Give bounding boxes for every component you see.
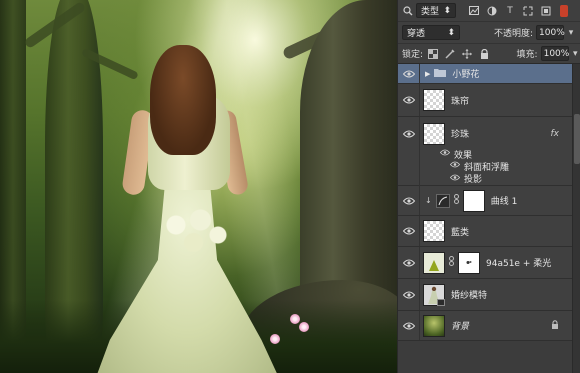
filter-shape-icon[interactable] [522, 5, 534, 17]
blend-opacity-bar: 穿透 ⬍ 不透明度: 100% ▾ [398, 22, 580, 44]
layer-thumbnail [423, 314, 445, 337]
fill-value: 100% [543, 48, 570, 59]
effect-eye-icon[interactable] [449, 161, 461, 171]
smart-object-badge-icon [437, 298, 445, 306]
scrollbar-thumb[interactable] [574, 114, 580, 164]
visibility-eye-icon[interactable] [398, 311, 420, 340]
layer-name: 曲线 1 [490, 197, 518, 207]
pink-flower [270, 334, 280, 344]
layer-mask-thumbnail[interactable] [458, 251, 480, 274]
lock-transparent-icon[interactable] [427, 48, 438, 60]
opacity-field[interactable]: 100% [536, 25, 565, 40]
dropdown-arrow-icon: ⬍ [443, 5, 451, 16]
effect-eye-icon[interactable] [449, 174, 461, 184]
layer-thumbnail [423, 89, 445, 111]
layers-list: ▶ 小野花 珠帘 珍珠 fx 效果 斜面和浮雕 投影 ↓ 曲线 1 藍类 94a… [398, 64, 580, 373]
layers-scrollbar[interactable] [572, 64, 580, 373]
fill-slider-arrow-icon[interactable]: ▾ [570, 48, 580, 60]
effects-spacer [398, 160, 420, 172]
layer-name: 婚纱模特 [451, 291, 488, 301]
layer-thumbnail [423, 251, 445, 274]
layer-row-bead-curtain[interactable]: 珠帘 [398, 84, 573, 117]
layer-thumbnail [423, 220, 445, 242]
opacity-label: 不透明度: [494, 29, 534, 39]
curves-icon[interactable] [435, 193, 450, 208]
layer-filter-bar: 类型 ⬍ T [398, 0, 580, 22]
pink-flower [290, 314, 300, 324]
visibility-eye-icon[interactable] [398, 84, 420, 116]
opacity-value: 100% [539, 27, 565, 38]
lock-all-icon[interactable] [479, 48, 490, 60]
layer-effects-row[interactable]: 效果 [398, 148, 573, 161]
visibility-eye-icon[interactable] [398, 279, 420, 310]
pink-flower [299, 322, 309, 332]
fill-field[interactable]: 100% [540, 46, 570, 61]
dress-roses [162, 205, 232, 255]
visibility-eye-icon[interactable] [398, 117, 420, 150]
filter-adjustment-icon[interactable] [486, 5, 498, 17]
lock-label: 锁定: [402, 50, 424, 60]
document-canvas[interactable] [0, 0, 397, 373]
layer-row-background[interactable]: 背景 [398, 311, 573, 341]
layer-row-group-wildflower[interactable]: ▶ 小野花 [398, 64, 573, 84]
layers-empty-area[interactable] [398, 341, 573, 373]
effects-eye-icon[interactable] [439, 149, 451, 159]
clipping-arrow-icon: ↓ [425, 196, 432, 205]
opacity-slider-arrow-icon[interactable]: ▾ [565, 27, 577, 39]
dropdown-arrow-icon: ⬍ [447, 27, 455, 38]
layer-name: 藍类 [451, 227, 470, 238]
lock-icon[interactable] [551, 319, 559, 332]
visibility-eye-icon[interactable] [398, 64, 420, 83]
folder-icon [434, 68, 447, 80]
search-icon [402, 5, 414, 17]
visibility-eye-icon[interactable] [398, 247, 420, 278]
layer-name: 珠帘 [451, 96, 470, 107]
effect-name: 斜面和浮雕 [464, 162, 510, 173]
layer-row-blue[interactable]: 藍类 [398, 216, 573, 247]
fill-label: 填充: [516, 50, 538, 60]
layer-row-pearl[interactable]: 珍珠 fx [398, 117, 573, 150]
effects-spacer [398, 171, 420, 186]
layer-name: 小野花 [452, 70, 480, 80]
filter-toggle-icon[interactable] [560, 4, 568, 17]
layers-panel: 类型 ⬍ T 穿透 ⬍ 不透明度: 100% ▾ 锁定: 填充: 100% ▾ … [397, 0, 580, 373]
filter-kind-value: 类型 [421, 7, 440, 17]
blend-mode-dropdown[interactable]: 穿透 ⬍ [402, 25, 460, 40]
fx-icon[interactable]: fx [551, 129, 560, 139]
filter-kind-dropdown[interactable]: 类型 ⬍ [416, 3, 456, 18]
model-hair [150, 45, 216, 155]
layer-name: 背景 [451, 322, 470, 332]
layer-row-bridal-model[interactable]: 婚纱模特 [398, 279, 573, 311]
effects-spacer [398, 148, 420, 160]
blend-mode-value: 穿透 [407, 29, 426, 39]
filter-smart-object-icon[interactable] [540, 5, 552, 17]
layer-mask-thumbnail[interactable] [462, 189, 485, 212]
lock-fill-bar: 锁定: 填充: 100% ▾ [398, 44, 580, 64]
effect-bevel-emboss[interactable]: 斜面和浮雕 [398, 160, 573, 173]
effect-name: 投影 [464, 175, 483, 185]
visibility-eye-icon[interactable] [398, 216, 420, 246]
lock-position-icon[interactable] [462, 48, 473, 60]
layer-name: 94a51e + 柔光 [486, 259, 552, 269]
layer-row-color-fill[interactable]: 94a51e + 柔光 [398, 247, 573, 279]
link-icon[interactable] [453, 194, 459, 207]
filter-pixel-icon[interactable] [468, 5, 480, 17]
link-icon[interactable] [449, 256, 454, 269]
filter-type-icon[interactable]: T [504, 5, 516, 17]
layer-name: 珍珠 [451, 130, 470, 140]
lock-image-icon[interactable] [444, 48, 455, 60]
effect-drop-shadow[interactable]: 投影 [398, 171, 573, 186]
expand-arrow-icon[interactable]: ▶ [425, 70, 430, 78]
layer-thumbnail [423, 283, 445, 306]
layer-thumbnail [423, 122, 445, 145]
visibility-eye-icon[interactable] [398, 186, 420, 215]
layer-row-curves[interactable]: ↓ 曲线 1 [398, 186, 573, 216]
